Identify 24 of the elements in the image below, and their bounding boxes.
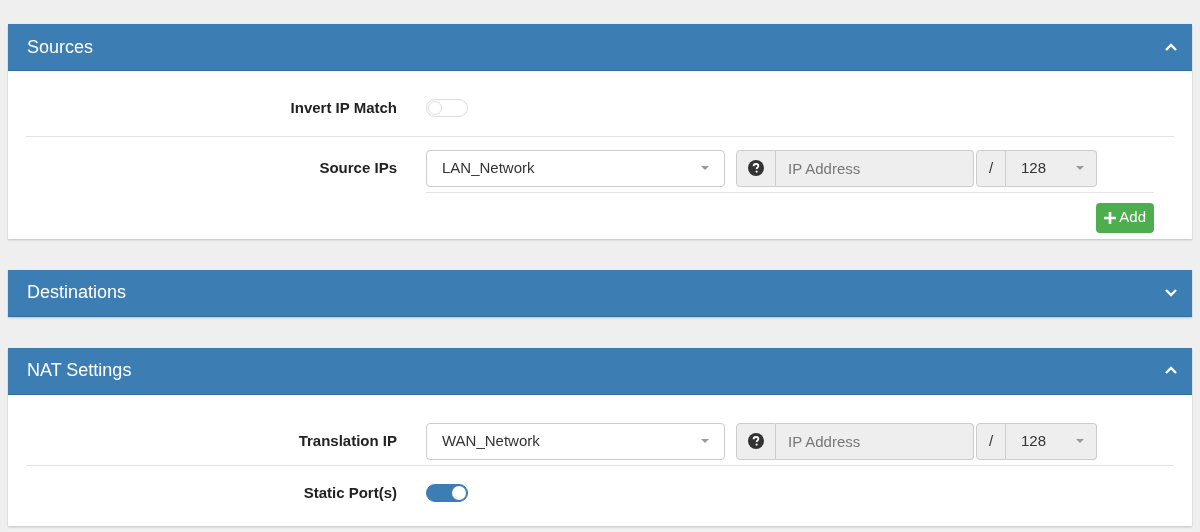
caret-icon <box>1076 165 1084 171</box>
field-label: Source IPs <box>318 157 397 178</box>
network-select[interactable]: LAN_Network <box>426 149 725 187</box>
panel-title: Destinations <box>27 281 127 304</box>
caret-icon <box>701 165 709 171</box>
slash-addon: / <box>976 422 1006 460</box>
network-select[interactable]: WAN_Network <box>426 422 725 460</box>
mask-select[interactable]: 128 <box>1006 149 1097 187</box>
panel-title: Sources <box>27 35 94 59</box>
field-label: Invert IP Match <box>289 98 397 118</box>
field-label: Static Port(s) <box>302 482 397 503</box>
help-icon <box>748 160 764 176</box>
caret-icon <box>701 438 709 444</box>
help-icon <box>748 433 764 449</box>
mask-select[interactable]: 128 <box>1006 422 1097 460</box>
caret-icon <box>1076 438 1084 444</box>
slash-addon: / <box>976 149 1006 187</box>
panel-title: NAT Settings <box>27 359 132 382</box>
collapse-icon[interactable] <box>1164 42 1178 52</box>
expand-icon[interactable] <box>1164 288 1178 297</box>
field-label: Translation IP <box>297 430 397 451</box>
plus-icon <box>1104 211 1117 224</box>
collapse-icon[interactable] <box>1164 366 1178 375</box>
toggle-switch[interactable] <box>426 483 468 502</box>
